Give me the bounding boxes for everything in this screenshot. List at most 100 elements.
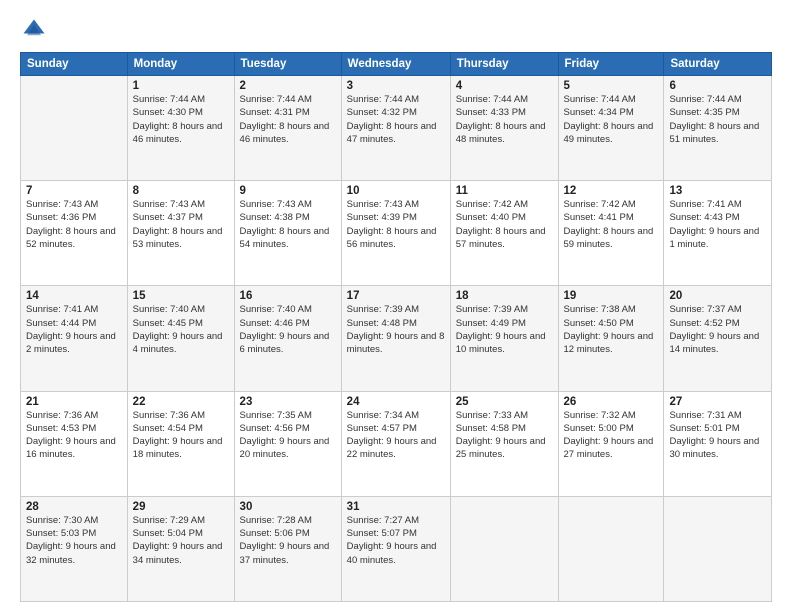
day-number: 2 (240, 80, 336, 92)
day-cell: 5Sunrise: 7:44 AMSunset: 4:34 PMDaylight… (558, 76, 664, 181)
day-info: Sunrise: 7:32 AMSunset: 5:00 PMDaylight:… (564, 409, 659, 462)
day-cell: 19Sunrise: 7:38 AMSunset: 4:50 PMDayligh… (558, 286, 664, 391)
calendar-header: SundayMondayTuesdayWednesdayThursdayFrid… (21, 53, 772, 76)
day-cell (450, 496, 558, 601)
day-number: 4 (456, 80, 553, 92)
day-info: Sunrise: 7:43 AMSunset: 4:37 PMDaylight:… (133, 198, 229, 251)
day-info: Sunrise: 7:43 AMSunset: 4:39 PMDaylight:… (347, 198, 445, 251)
day-info: Sunrise: 7:33 AMSunset: 4:58 PMDaylight:… (456, 409, 553, 462)
day-number: 25 (456, 396, 553, 408)
day-number: 12 (564, 185, 659, 197)
day-info: Sunrise: 7:39 AMSunset: 4:49 PMDaylight:… (456, 303, 553, 356)
day-info: Sunrise: 7:44 AMSunset: 4:34 PMDaylight:… (564, 93, 659, 146)
day-info: Sunrise: 7:44 AMSunset: 4:33 PMDaylight:… (456, 93, 553, 146)
day-cell: 8Sunrise: 7:43 AMSunset: 4:37 PMDaylight… (127, 181, 234, 286)
day-number: 26 (564, 396, 659, 408)
week-row-2: 14Sunrise: 7:41 AMSunset: 4:44 PMDayligh… (21, 286, 772, 391)
day-cell: 31Sunrise: 7:27 AMSunset: 5:07 PMDayligh… (341, 496, 450, 601)
weekday-header-wednesday: Wednesday (341, 53, 450, 76)
day-cell: 6Sunrise: 7:44 AMSunset: 4:35 PMDaylight… (664, 76, 772, 181)
week-row-1: 7Sunrise: 7:43 AMSunset: 4:36 PMDaylight… (21, 181, 772, 286)
day-cell: 16Sunrise: 7:40 AMSunset: 4:46 PMDayligh… (234, 286, 341, 391)
day-number: 11 (456, 185, 553, 197)
calendar-body: 1Sunrise: 7:44 AMSunset: 4:30 PMDaylight… (21, 76, 772, 602)
day-number: 23 (240, 396, 336, 408)
day-cell: 2Sunrise: 7:44 AMSunset: 4:31 PMDaylight… (234, 76, 341, 181)
day-info: Sunrise: 7:27 AMSunset: 5:07 PMDaylight:… (347, 514, 445, 567)
day-info: Sunrise: 7:43 AMSunset: 4:36 PMDaylight:… (26, 198, 122, 251)
day-number: 3 (347, 80, 445, 92)
weekday-header-sunday: Sunday (21, 53, 128, 76)
calendar-table: SundayMondayTuesdayWednesdayThursdayFrid… (20, 52, 772, 602)
day-info: Sunrise: 7:38 AMSunset: 4:50 PMDaylight:… (564, 303, 659, 356)
logo-icon (20, 16, 48, 44)
day-cell: 12Sunrise: 7:42 AMSunset: 4:41 PMDayligh… (558, 181, 664, 286)
day-cell: 30Sunrise: 7:28 AMSunset: 5:06 PMDayligh… (234, 496, 341, 601)
day-info: Sunrise: 7:30 AMSunset: 5:03 PMDaylight:… (26, 514, 122, 567)
day-info: Sunrise: 7:42 AMSunset: 4:41 PMDaylight:… (564, 198, 659, 251)
day-cell: 21Sunrise: 7:36 AMSunset: 4:53 PMDayligh… (21, 391, 128, 496)
header (20, 16, 772, 44)
day-cell: 28Sunrise: 7:30 AMSunset: 5:03 PMDayligh… (21, 496, 128, 601)
day-cell: 7Sunrise: 7:43 AMSunset: 4:36 PMDaylight… (21, 181, 128, 286)
page: SundayMondayTuesdayWednesdayThursdayFrid… (0, 0, 792, 612)
weekday-header-thursday: Thursday (450, 53, 558, 76)
day-info: Sunrise: 7:36 AMSunset: 4:54 PMDaylight:… (133, 409, 229, 462)
day-cell: 23Sunrise: 7:35 AMSunset: 4:56 PMDayligh… (234, 391, 341, 496)
day-cell: 18Sunrise: 7:39 AMSunset: 4:49 PMDayligh… (450, 286, 558, 391)
day-cell: 20Sunrise: 7:37 AMSunset: 4:52 PMDayligh… (664, 286, 772, 391)
day-info: Sunrise: 7:44 AMSunset: 4:30 PMDaylight:… (133, 93, 229, 146)
day-number: 19 (564, 290, 659, 302)
day-number: 10 (347, 185, 445, 197)
day-number: 29 (133, 501, 229, 513)
day-info: Sunrise: 7:36 AMSunset: 4:53 PMDaylight:… (26, 409, 122, 462)
day-cell: 1Sunrise: 7:44 AMSunset: 4:30 PMDaylight… (127, 76, 234, 181)
day-number: 13 (669, 185, 766, 197)
day-info: Sunrise: 7:44 AMSunset: 4:32 PMDaylight:… (347, 93, 445, 146)
day-info: Sunrise: 7:42 AMSunset: 4:40 PMDaylight:… (456, 198, 553, 251)
day-cell (558, 496, 664, 601)
day-cell: 26Sunrise: 7:32 AMSunset: 5:00 PMDayligh… (558, 391, 664, 496)
day-info: Sunrise: 7:44 AMSunset: 4:31 PMDaylight:… (240, 93, 336, 146)
day-info: Sunrise: 7:29 AMSunset: 5:04 PMDaylight:… (133, 514, 229, 567)
logo (20, 16, 52, 44)
day-cell: 9Sunrise: 7:43 AMSunset: 4:38 PMDaylight… (234, 181, 341, 286)
weekday-header-monday: Monday (127, 53, 234, 76)
day-number: 21 (26, 396, 122, 408)
day-cell: 3Sunrise: 7:44 AMSunset: 4:32 PMDaylight… (341, 76, 450, 181)
day-number: 8 (133, 185, 229, 197)
day-cell: 10Sunrise: 7:43 AMSunset: 4:39 PMDayligh… (341, 181, 450, 286)
day-number: 30 (240, 501, 336, 513)
day-cell: 11Sunrise: 7:42 AMSunset: 4:40 PMDayligh… (450, 181, 558, 286)
day-cell (664, 496, 772, 601)
day-number: 31 (347, 501, 445, 513)
week-row-0: 1Sunrise: 7:44 AMSunset: 4:30 PMDaylight… (21, 76, 772, 181)
day-cell: 22Sunrise: 7:36 AMSunset: 4:54 PMDayligh… (127, 391, 234, 496)
day-info: Sunrise: 7:34 AMSunset: 4:57 PMDaylight:… (347, 409, 445, 462)
day-number: 6 (669, 80, 766, 92)
weekday-header-saturday: Saturday (664, 53, 772, 76)
day-info: Sunrise: 7:28 AMSunset: 5:06 PMDaylight:… (240, 514, 336, 567)
day-cell: 13Sunrise: 7:41 AMSunset: 4:43 PMDayligh… (664, 181, 772, 286)
day-cell: 14Sunrise: 7:41 AMSunset: 4:44 PMDayligh… (21, 286, 128, 391)
day-cell: 27Sunrise: 7:31 AMSunset: 5:01 PMDayligh… (664, 391, 772, 496)
day-number: 7 (26, 185, 122, 197)
day-cell: 25Sunrise: 7:33 AMSunset: 4:58 PMDayligh… (450, 391, 558, 496)
day-cell: 24Sunrise: 7:34 AMSunset: 4:57 PMDayligh… (341, 391, 450, 496)
day-info: Sunrise: 7:31 AMSunset: 5:01 PMDaylight:… (669, 409, 766, 462)
day-number: 5 (564, 80, 659, 92)
day-number: 17 (347, 290, 445, 302)
day-info: Sunrise: 7:41 AMSunset: 4:43 PMDaylight:… (669, 198, 766, 251)
day-info: Sunrise: 7:37 AMSunset: 4:52 PMDaylight:… (669, 303, 766, 356)
day-info: Sunrise: 7:35 AMSunset: 4:56 PMDaylight:… (240, 409, 336, 462)
day-number: 14 (26, 290, 122, 302)
week-row-4: 28Sunrise: 7:30 AMSunset: 5:03 PMDayligh… (21, 496, 772, 601)
day-number: 24 (347, 396, 445, 408)
weekday-header-friday: Friday (558, 53, 664, 76)
day-info: Sunrise: 7:39 AMSunset: 4:48 PMDaylight:… (347, 303, 445, 356)
day-cell (21, 76, 128, 181)
day-number: 22 (133, 396, 229, 408)
week-row-3: 21Sunrise: 7:36 AMSunset: 4:53 PMDayligh… (21, 391, 772, 496)
day-info: Sunrise: 7:40 AMSunset: 4:45 PMDaylight:… (133, 303, 229, 356)
day-info: Sunrise: 7:40 AMSunset: 4:46 PMDaylight:… (240, 303, 336, 356)
